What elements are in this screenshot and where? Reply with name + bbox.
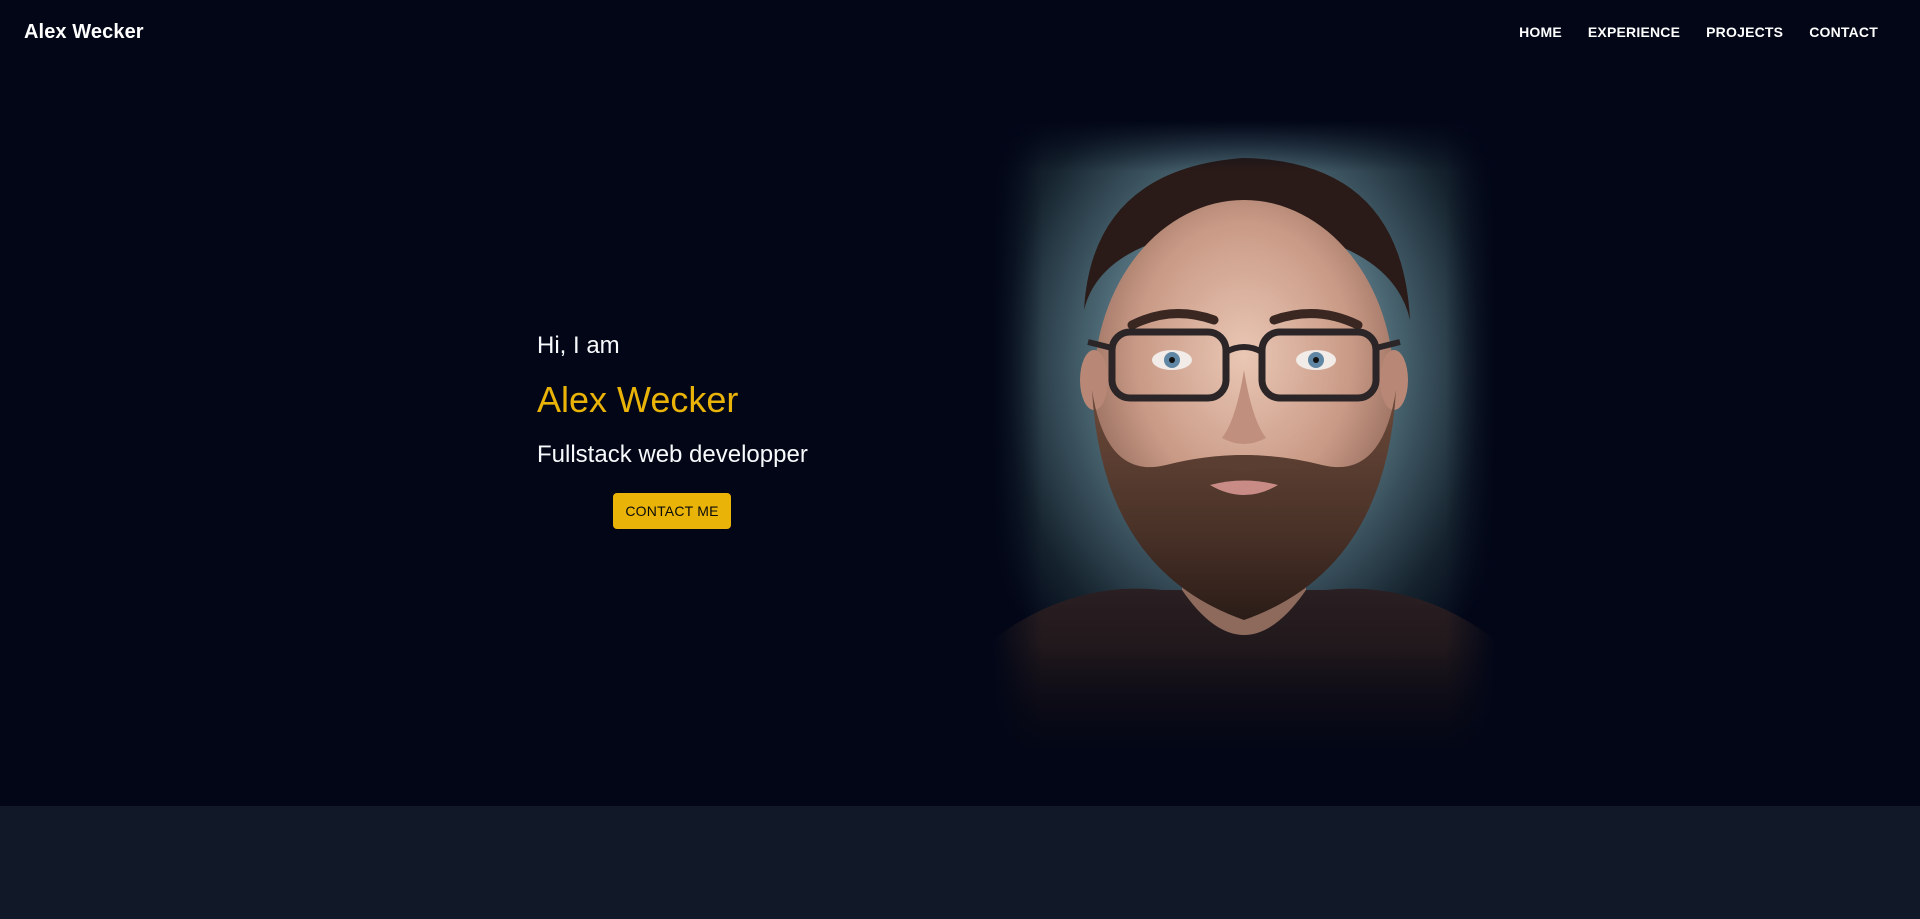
main-nav: HOME EXPERIENCE PROJECTS CONTACT xyxy=(1509,18,1888,46)
hero-section: Hi, I am Alex Wecker Fullstack web devel… xyxy=(0,64,1920,806)
nav-experience[interactable]: EXPERIENCE xyxy=(1578,18,1690,46)
page: Alex Wecker HOME EXPERIENCE PROJECTS CON… xyxy=(0,0,1920,919)
hero-role: Fullstack web developper xyxy=(537,441,808,468)
portrait-photo xyxy=(992,120,1496,760)
brand-logo-link[interactable]: Alex Wecker xyxy=(24,21,144,44)
nav-home[interactable]: HOME xyxy=(1509,18,1572,46)
top-navbar: Alex Wecker HOME EXPERIENCE PROJECTS CON… xyxy=(0,0,1920,64)
contact-me-button[interactable]: CONTACT ME xyxy=(613,493,731,529)
nav-contact[interactable]: CONTACT xyxy=(1799,18,1888,46)
experience-section-preview xyxy=(0,806,1920,919)
hero-name: Alex Wecker xyxy=(537,379,739,420)
portrait-illustration xyxy=(992,120,1496,760)
hero-intro: Hi, I am Alex Wecker Fullstack web devel… xyxy=(537,330,857,529)
hero-greeting: Hi, I am xyxy=(537,332,620,359)
nav-projects[interactable]: PROJECTS xyxy=(1696,18,1793,46)
